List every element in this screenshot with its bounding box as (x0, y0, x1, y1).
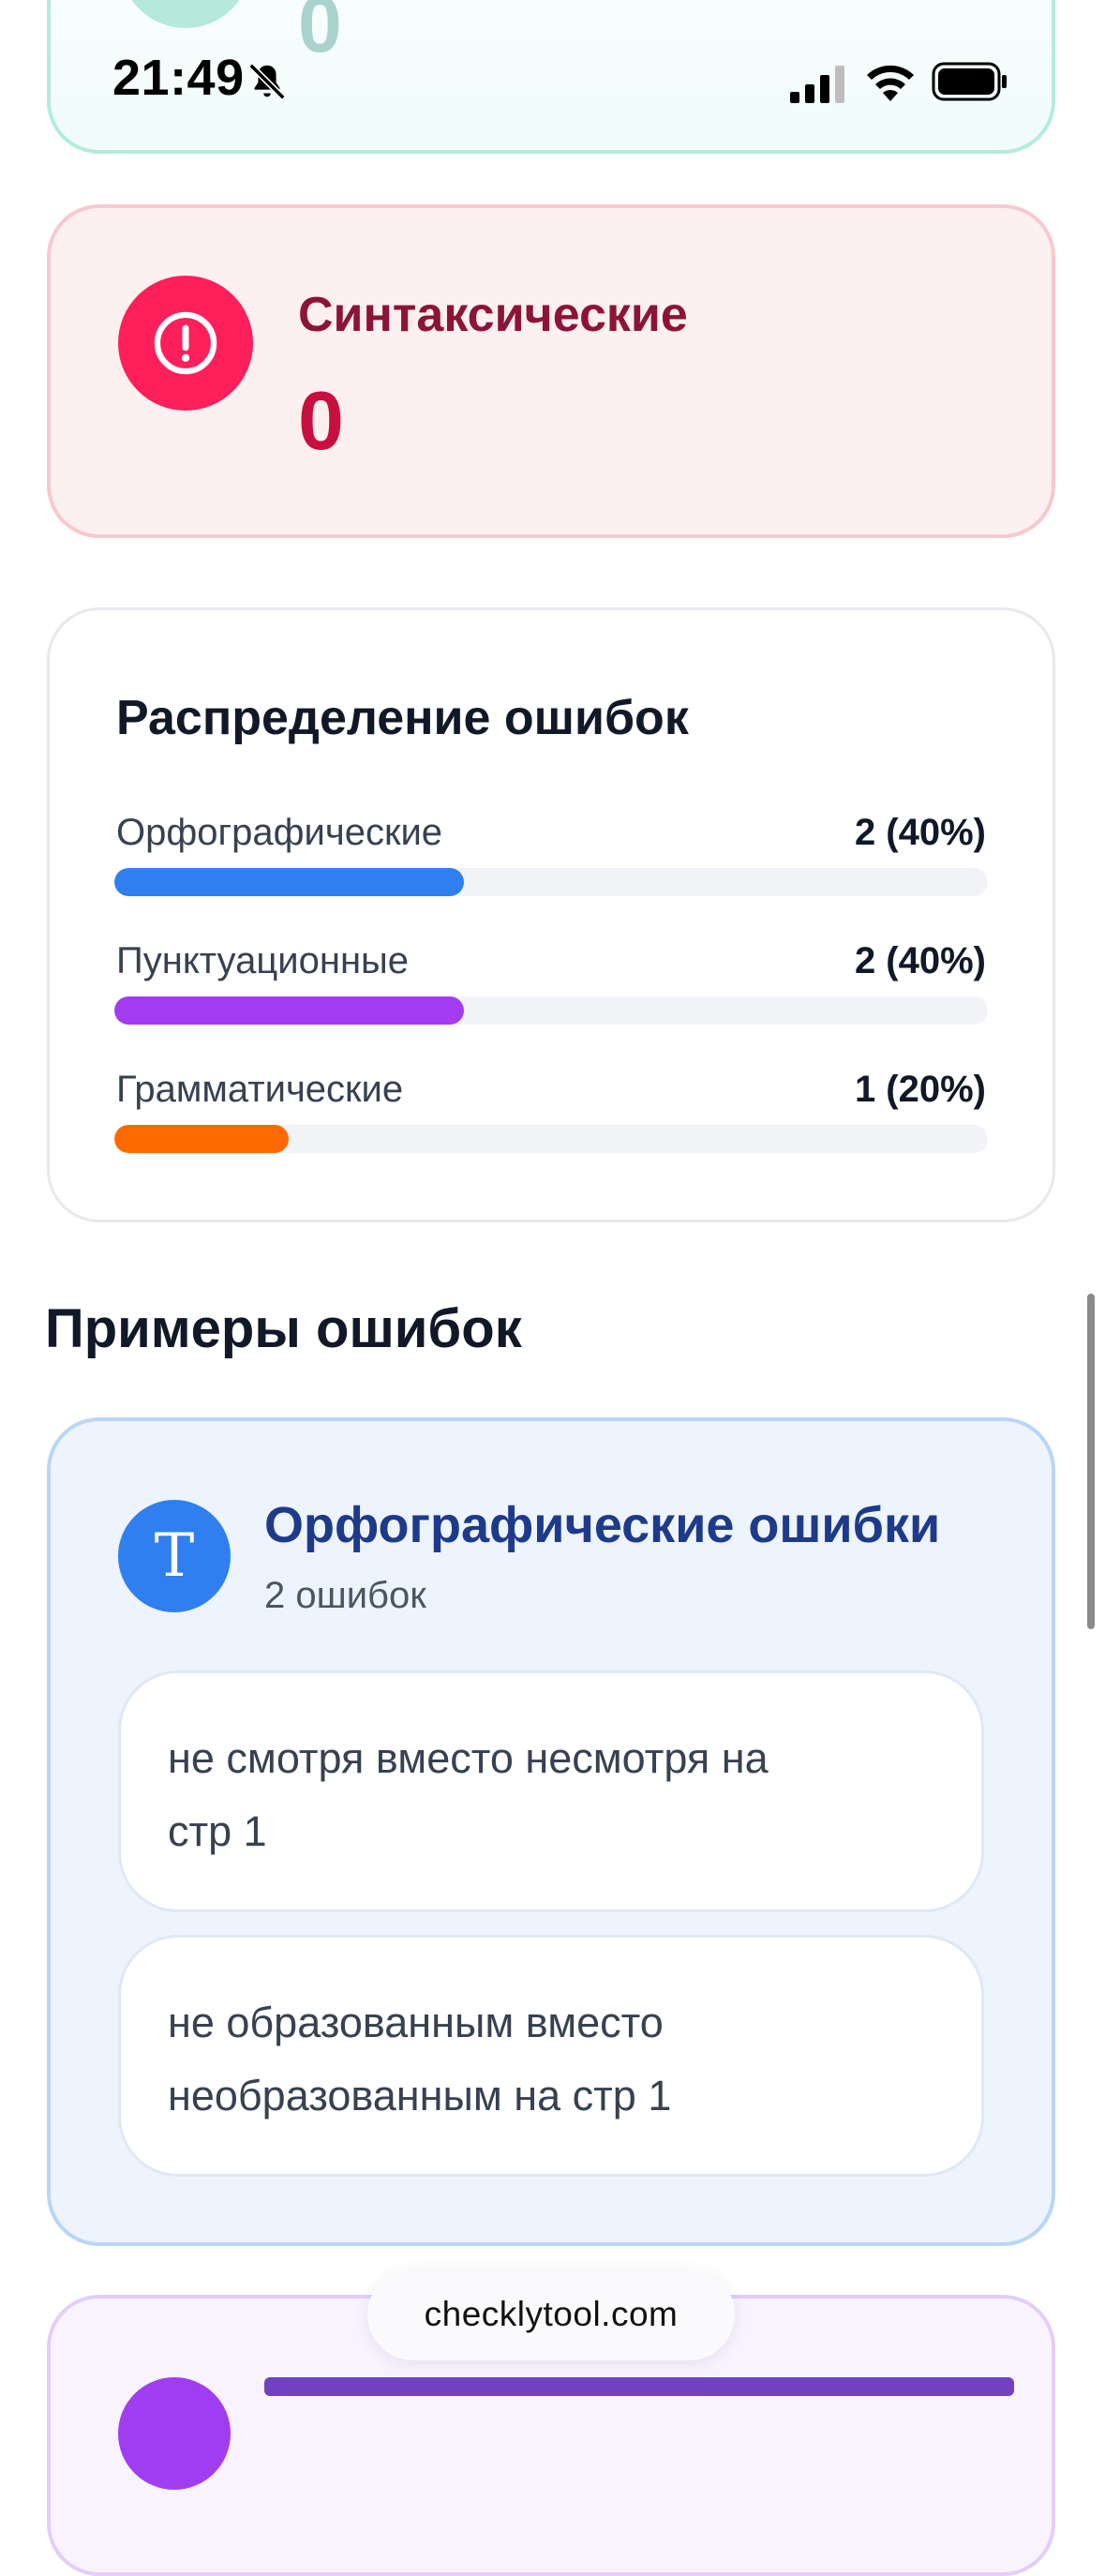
distribution-label-grammar: Грамматические (116, 1069, 404, 1110)
distribution-bar-fill (114, 868, 464, 896)
browser-url-bar[interactable]: checklytool.com (367, 2269, 735, 2360)
syntax-errors-count: 0 (298, 374, 344, 467)
distribution-bar-punctuation (114, 996, 988, 1025)
text-type-icon: T (118, 1500, 231, 1612)
wifi-icon (867, 65, 914, 101)
distribution-label-spelling: Орфографические (116, 812, 443, 853)
distribution-count-punctuation: 2 (40%) (854, 940, 986, 981)
distribution-bar-spelling (114, 868, 988, 896)
error-example-item[interactable]: не образованным вместо необразованным на… (118, 1935, 984, 2177)
error-example-line: стр 1 (168, 1807, 267, 1855)
distribution-title: Распределение ошибок (116, 691, 689, 745)
error-example-line: не смотря вместо несмотря на (168, 1734, 769, 1782)
status-time: 21:49 (112, 50, 245, 106)
distribution-bar-fill (114, 996, 464, 1025)
error-example-line: не образованным вместо (168, 1999, 664, 2046)
distribution-bar-fill (114, 1125, 290, 1153)
scrollbar-thumb[interactable] (1087, 1294, 1095, 1629)
spelling-errors-title: Орфографические ошибки (264, 1497, 941, 1553)
bell-muted-icon (248, 63, 286, 100)
alert-circle-icon (118, 276, 253, 411)
error-example-item[interactable]: не смотря вместо несмотря на стр 1 (118, 1670, 984, 1912)
category-count: 0 (298, 0, 342, 68)
spelling-errors-count: 2 ошибок (264, 1575, 426, 1616)
category-title-clipped (264, 2377, 1014, 2396)
category-icon (118, 2377, 231, 2490)
syntax-errors-title: Синтаксические (298, 288, 688, 342)
distribution-count-grammar: 1 (20%) (854, 1069, 986, 1110)
distribution-bar-grammar (114, 1125, 988, 1153)
cellular-signal-icon (790, 66, 844, 103)
distribution-label-punctuation: Пунктуационные (116, 940, 410, 981)
battery-icon (932, 62, 1007, 101)
examples-section-title: Примеры ошибок (45, 1298, 522, 1359)
distribution-count-spelling: 2 (40%) (854, 812, 986, 853)
error-example-line: необразованным на стр 1 (168, 2072, 672, 2119)
